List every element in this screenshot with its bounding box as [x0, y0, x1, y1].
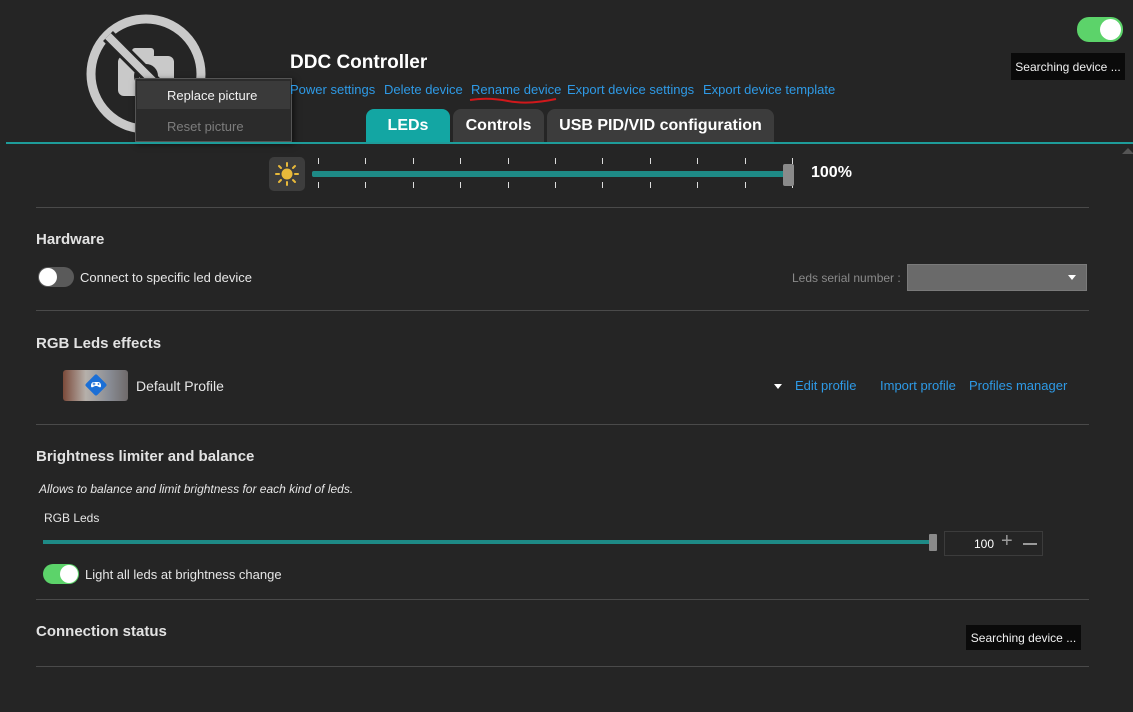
export-device-settings-link[interactable]: Export device settings [567, 82, 694, 97]
slider-tick [555, 182, 556, 188]
connection-title: Connection status [36, 623, 167, 640]
power-settings-link[interactable]: Power settings [290, 82, 375, 97]
device-title: DDC Controller [290, 52, 428, 73]
slider-tick [697, 182, 698, 188]
red-underline-annotation [469, 97, 557, 104]
tab-underline [6, 142, 1133, 144]
menu-item-reset-picture: Reset picture [167, 118, 244, 134]
sun-icon [275, 162, 299, 186]
leds-serial-label: Leds serial number : [792, 271, 901, 285]
menu-item-replace-picture[interactable]: Replace picture [137, 81, 290, 109]
profile-dropdown-icon[interactable] [774, 384, 782, 389]
slider-tick [318, 182, 319, 188]
brightness-handle[interactable] [783, 164, 794, 186]
slider-tick [413, 182, 414, 188]
slider-tick [318, 158, 319, 164]
connect-specific-led-toggle[interactable] [38, 267, 74, 287]
light-all-leds-toggle[interactable] [43, 564, 79, 584]
leds-serial-select[interactable] [907, 264, 1087, 291]
slider-tick [697, 158, 698, 164]
minus-icon[interactable] [1023, 543, 1037, 545]
hardware-title: Hardware [36, 231, 105, 248]
rgb-leds-fill [43, 540, 933, 544]
slider-tick [745, 158, 746, 164]
slider-tick [413, 158, 414, 164]
status-badge: Searching device ... [1011, 53, 1125, 80]
rgb-leds-handle[interactable] [929, 534, 937, 551]
slider-tick [365, 158, 366, 164]
device-enable-toggle[interactable] [1077, 17, 1123, 42]
rgb-leds-slider[interactable] [43, 532, 939, 554]
separator [36, 207, 1089, 208]
slider-tick [555, 158, 556, 164]
profile-thumbnail [63, 370, 128, 401]
rgb-leds-value[interactable]: 100 [945, 537, 994, 551]
slider-tick [460, 158, 461, 164]
brightness-slider[interactable] [312, 158, 794, 190]
separator [36, 599, 1089, 600]
brightness-value: 100% [811, 164, 852, 181]
limiter-description: Allows to balance and limit brightness f… [39, 482, 354, 496]
slider-tick [508, 158, 509, 164]
slider-tick [650, 182, 651, 188]
profile-name: Default Profile [136, 378, 224, 394]
scroll-up-icon[interactable] [1122, 148, 1133, 154]
limiter-title: Brightness limiter and balance [36, 448, 255, 465]
picture-context-menu: Replace picture Reset picture [135, 78, 292, 142]
rgb-effects-title: RGB Leds effects [36, 335, 162, 352]
profiles-manager-link[interactable]: Profiles manager [969, 378, 1067, 393]
light-all-leds-label: Light all leds at brightness change [85, 567, 282, 582]
export-device-template-link[interactable]: Export device template [703, 82, 835, 97]
import-profile-link[interactable]: Import profile [880, 378, 956, 393]
chevron-down-icon [1068, 275, 1076, 280]
plus-icon[interactable]: + [1001, 530, 1013, 553]
brightness-sun-button[interactable] [269, 157, 305, 191]
tab-leds[interactable]: LEDs [366, 109, 450, 142]
slider-tick [602, 158, 603, 164]
tab-usb-pid-vid[interactable]: USB PID/VID configuration [547, 109, 774, 142]
rgb-leds-stepper[interactable]: 100 + [944, 530, 1043, 556]
separator [36, 666, 1089, 667]
separator [36, 310, 1089, 311]
edit-profile-link[interactable]: Edit profile [795, 378, 856, 393]
slider-tick [508, 182, 509, 188]
brightness-fill [312, 171, 788, 177]
delete-device-link[interactable]: Delete device [384, 82, 463, 97]
slider-tick [365, 182, 366, 188]
connection-status-badge: Searching device ... [966, 625, 1081, 650]
slider-tick [460, 182, 461, 188]
slider-tick [650, 158, 651, 164]
slider-tick [602, 182, 603, 188]
connect-specific-led-label: Connect to specific led device [80, 270, 252, 285]
gamepad-icon [85, 374, 107, 396]
tab-controls[interactable]: Controls [453, 109, 544, 142]
slider-tick [745, 182, 746, 188]
rgb-leds-label: RGB Leds [44, 511, 100, 525]
separator [36, 424, 1089, 425]
